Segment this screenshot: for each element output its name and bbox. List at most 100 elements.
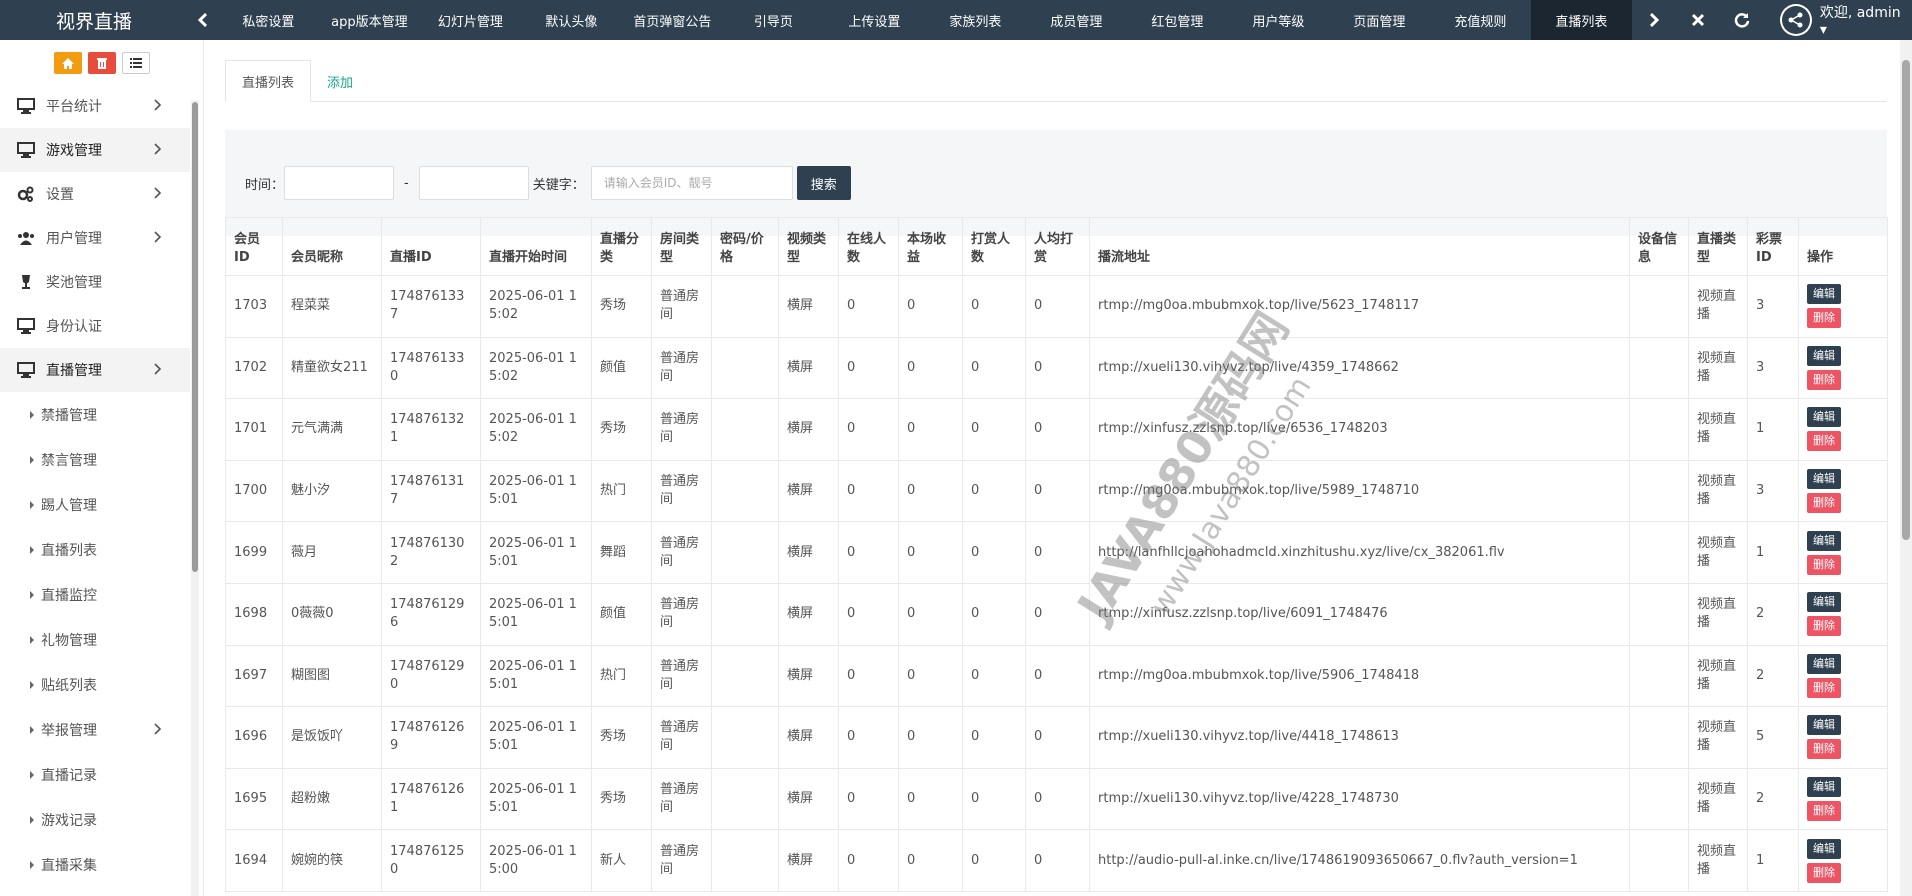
table-cell — [711, 644, 779, 708]
column-header: 直播分类 — [591, 217, 652, 276]
tab-live-list[interactable]: 直播列表 — [225, 60, 312, 102]
table-cell: 2 — [1747, 644, 1799, 708]
user-menu[interactable]: 欢迎, admin ▾ — [1779, 2, 1912, 38]
list-toggle-button[interactable] — [121, 52, 150, 74]
top-tab-5[interactable]: 引导页 — [723, 0, 824, 40]
delete-button[interactable]: 删除 — [1807, 677, 1841, 698]
edit-button[interactable]: 编辑 — [1807, 284, 1841, 305]
edit-button[interactable]: 编辑 — [1807, 345, 1841, 366]
edit-button[interactable]: 编辑 — [1807, 715, 1841, 736]
top-tab-2[interactable]: 幻灯片管理 — [420, 0, 521, 40]
delete-button[interactable]: 删除 — [1807, 308, 1841, 329]
actions-cell: 编辑 删除 — [1798, 829, 1888, 892]
sidebar-subitem-2[interactable]: 踢人管理 — [0, 482, 190, 527]
top-tab-13[interactable]: 直播列表 — [1530, 0, 1632, 40]
table-cell: 普通房间 — [651, 829, 712, 892]
sidebar-subitem-0[interactable]: 禁播管理 — [0, 392, 190, 437]
home-button[interactable] — [53, 52, 82, 74]
table-cell: 秀场 — [591, 706, 652, 769]
sidebar-item-0[interactable]: 平台统计 — [0, 84, 190, 128]
table-cell: 热门 — [591, 644, 652, 708]
delete-button[interactable]: 删除 — [1807, 801, 1841, 822]
sidebar-item-4[interactable]: 奖池管理 — [0, 260, 190, 304]
edit-button[interactable]: 编辑 — [1807, 653, 1841, 674]
column-header: 房间类型 — [651, 217, 712, 276]
trophy-icon — [16, 273, 36, 291]
clear-cache-button[interactable] — [87, 52, 116, 74]
table-cell: 0薇薇0 — [282, 582, 382, 646]
top-tab-3[interactable]: 默认头像 — [521, 0, 622, 40]
edit-button[interactable]: 编辑 — [1807, 838, 1841, 859]
top-tab-9[interactable]: 红包管理 — [1127, 0, 1228, 40]
table-row: 1695 超粉嫩 1748761261 2025-06-01 15:01 秀场 普通房间 横… — [225, 767, 1888, 831]
sidebar-subitem-9[interactable]: 游戏记录 — [0, 797, 190, 842]
edit-button[interactable]: 编辑 — [1807, 407, 1841, 428]
edit-button[interactable]: 编辑 — [1807, 530, 1841, 551]
table-cell: 1702 — [225, 336, 283, 400]
start-time-input[interactable] — [284, 166, 395, 200]
column-header: 在线人数 — [838, 217, 899, 276]
sidebar-subitem-6[interactable]: 贴纸列表 — [0, 662, 190, 707]
top-tab-8[interactable]: 成员管理 — [1026, 0, 1127, 40]
actions-cell: 编辑 删除 — [1798, 767, 1888, 831]
sidebar-item-6[interactable]: 直播管理 — [0, 348, 190, 392]
edit-button[interactable]: 编辑 — [1807, 469, 1841, 490]
sidebar-subitem-7[interactable]: 举报管理 — [0, 707, 190, 752]
sidebar-item-1[interactable]: 游戏管理 — [0, 128, 190, 172]
sidebar-subitem-3[interactable]: 直播列表 — [0, 527, 190, 572]
top-tab-4[interactable]: 首页弹窗公告 — [622, 0, 723, 40]
keyword-input[interactable] — [590, 166, 793, 200]
sidebar-item-5[interactable]: 身份认证 — [0, 304, 190, 348]
delete-button[interactable]: 删除 — [1807, 616, 1841, 637]
delete-button[interactable]: 删除 — [1807, 739, 1841, 760]
sidebar-subitem-8[interactable]: 直播记录 — [0, 752, 190, 797]
tab-add[interactable]: 添加 — [311, 60, 369, 102]
table-cell: 程菜菜 — [282, 275, 382, 338]
top-tab-11[interactable]: 页面管理 — [1329, 0, 1430, 40]
sidebar-subitem-4[interactable]: 直播监控 — [0, 572, 190, 617]
table-cell: 3 — [1747, 459, 1799, 523]
search-button[interactable]: 搜索 — [796, 166, 851, 200]
user-greeting: 欢迎, admin ▾ — [1819, 5, 1901, 38]
edit-button[interactable]: 编辑 — [1807, 592, 1841, 613]
sidebar-subitem-1[interactable]: 禁言管理 — [0, 437, 190, 482]
edit-button[interactable]: 编辑 — [1807, 777, 1841, 798]
delete-button[interactable]: 删除 — [1807, 431, 1841, 452]
close-tabs-button[interactable] — [1676, 0, 1720, 40]
table-cell: 横屏 — [778, 459, 839, 523]
table-cell: 1701 — [225, 398, 283, 461]
tabs-scroll-right-button[interactable] — [1632, 0, 1676, 40]
delete-button[interactable]: 删除 — [1807, 554, 1841, 575]
delete-button[interactable]: 删除 — [1807, 493, 1841, 514]
live-list-table-wrap: 会员ID 会员昵称 直播ID 直播开始时间 直播分类 房间类型 密码/价格 视频类型 在线人数本… — [225, 217, 1888, 892]
end-time-input[interactable] — [418, 166, 529, 200]
table-body: 1703 程菜菜 1748761337 2025-06-01 15:02 秀场 普通房间横… — [225, 275, 1888, 892]
table-cell: 普通房间 — [651, 521, 712, 584]
table-cell: 3 — [1747, 275, 1799, 338]
tabs-scroll-left-button[interactable] — [188, 0, 218, 40]
sidebar-subitem-5[interactable]: 礼物管理 — [0, 617, 190, 662]
top-tab-12[interactable]: 充值规则 — [1430, 0, 1531, 40]
top-tab-6[interactable]: 上传设置 — [824, 0, 925, 40]
table-cell: 2025-06-01 15:01 — [480, 644, 592, 708]
sidebar-subitem-label: 禁言管理 — [41, 452, 97, 469]
sidebar-scrollbar-thumb[interactable] — [192, 102, 198, 572]
top-tab-0[interactable]: 私密设置 — [218, 0, 319, 40]
table-cell: 1 — [1747, 829, 1799, 892]
sidebar-item-label: 设置 — [46, 187, 74, 203]
sidebar-subitem-10[interactable]: 直播采集 — [0, 842, 190, 887]
top-tab-1[interactable]: app版本管理 — [319, 0, 420, 40]
delete-button[interactable]: 删除 — [1807, 862, 1841, 883]
refresh-button[interactable] — [1720, 0, 1764, 40]
close-icon — [1691, 13, 1704, 27]
main-scrollbar-thumb[interactable] — [1902, 60, 1910, 540]
top-tab-7[interactable]: 家族列表 — [925, 0, 1026, 40]
sidebar-item-3[interactable]: 用户管理 — [0, 216, 190, 260]
column-header: 设备信息 — [1629, 217, 1689, 276]
caret-right-icon — [30, 680, 34, 689]
table-cell: 糊图图 — [282, 644, 382, 708]
delete-button[interactable]: 删除 — [1807, 369, 1841, 390]
top-tab-10[interactable]: 用户等级 — [1228, 0, 1329, 40]
sidebar-item-2[interactable]: 设置 — [0, 172, 190, 216]
table-cell: 超粉嫩 — [282, 767, 382, 831]
